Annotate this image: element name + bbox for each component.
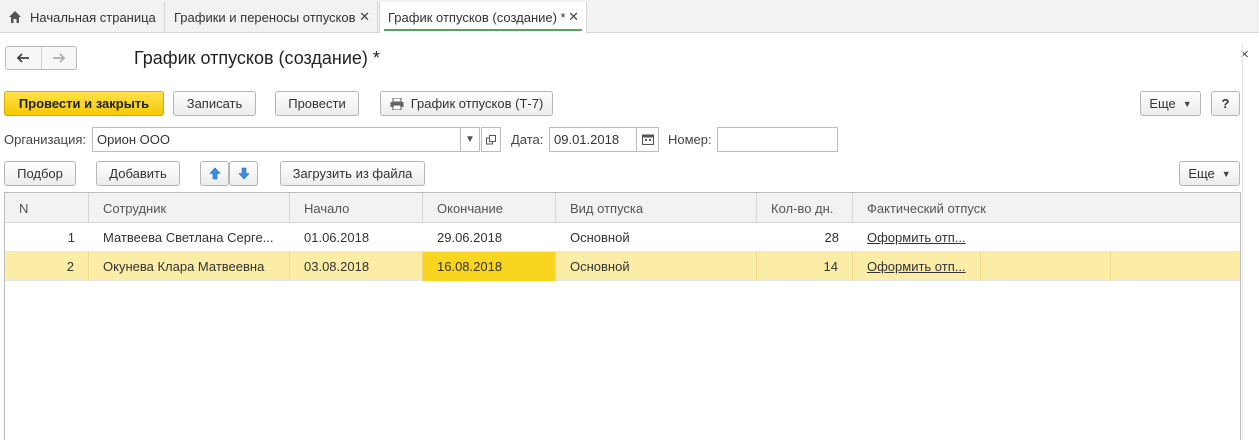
column-header-type[interactable]: Вид отпуска (556, 193, 757, 223)
arrow-down-icon[interactable] (229, 161, 258, 186)
date-field[interactable]: 09.01.2018 (549, 127, 637, 152)
tab-vacation-schedules-label: Графики и переносы отпусков (174, 9, 356, 25)
table-row[interactable]: 1 Матвеева Светлана Серге... 01.06.2018 … (5, 223, 1240, 252)
load-from-file-button[interactable]: Загрузить из файла (280, 161, 425, 186)
post-and-close-button[interactable]: Провести и закрыть (4, 91, 164, 116)
arrow-right-icon[interactable] (42, 47, 77, 69)
tab-bar: Начальная страница Графики и переносы от… (0, 0, 1259, 33)
cell-end[interactable]: 29.06.2018 (423, 223, 556, 252)
navigation-buttons (5, 46, 77, 70)
table-more-button[interactable]: Еще ▼ (1179, 161, 1240, 186)
cell-actual-link[interactable]: Оформить отп... (853, 252, 981, 281)
chevron-down-icon: ▼ (1182, 98, 1192, 109)
number-field[interactable] (717, 127, 838, 152)
cell-end-active[interactable]: 16.08.2018 (423, 252, 556, 281)
date-label: Дата: (511, 132, 544, 147)
organization-label: Организация: (4, 132, 87, 147)
column-header-employee[interactable]: Сотрудник (89, 193, 290, 223)
dropdown-icon[interactable]: ▼ (460, 127, 480, 152)
cell-n: 2 (5, 252, 89, 281)
scrollbar[interactable] (1242, 44, 1259, 440)
arrow-up-icon[interactable] (200, 161, 229, 186)
cell-type[interactable]: Основной (556, 223, 757, 252)
tab-home-label: Начальная страница (30, 9, 156, 25)
home-icon (9, 11, 21, 23)
page-title: График отпусков (создание) * (134, 48, 380, 68)
more-label: Еще (1149, 96, 1176, 111)
print-t7-label: График отпусков (Т-7) (410, 96, 544, 111)
organization-field[interactable]: Орион ООО (92, 127, 461, 152)
table-header: N Сотрудник Начало Окончание Вид отпуска… (5, 193, 1240, 223)
cell-start[interactable]: 01.06.2018 (290, 223, 423, 252)
cell-days: 28 (824, 230, 839, 245)
number-label: Номер: (668, 132, 712, 147)
pick-button[interactable]: Подбор (4, 161, 76, 186)
tab-vacation-schedule-create[interactable]: График отпусков (создание) * ✕ (379, 2, 587, 33)
arrow-left-icon[interactable] (6, 47, 42, 69)
cell-employee[interactable]: Матвеева Светлана Серге... (89, 223, 290, 252)
table-row-selected[interactable]: 2 Окунева Клара Матвеевна 03.08.2018 16.… (5, 252, 1240, 281)
add-button[interactable]: Добавить (96, 161, 180, 186)
tab-vacation-schedule-create-label: График отпусков (создание) * (388, 10, 566, 25)
cell-employee[interactable]: Окунева Клара Матвеевна (89, 252, 290, 281)
chevron-down-icon: ▼ (1221, 168, 1231, 179)
vacation-table[interactable]: N Сотрудник Начало Окончание Вид отпуска… (4, 192, 1241, 440)
column-header-n[interactable]: N (5, 193, 89, 223)
printer-icon (390, 97, 404, 110)
close-icon[interactable]: ✕ (568, 9, 579, 25)
more-button[interactable]: Еще ▼ (1140, 91, 1201, 116)
cell-n: 1 (67, 230, 75, 245)
post-button[interactable]: Провести (275, 91, 359, 116)
cell-empty (1111, 252, 1242, 281)
column-header-end[interactable]: Окончание (423, 193, 556, 223)
tab-home[interactable]: Начальная страница (0, 2, 165, 32)
tab-vacation-schedules[interactable]: Графики и переносы отпусков ✕ (166, 2, 378, 32)
help-button[interactable]: ? (1211, 91, 1240, 116)
cell-empty (981, 252, 1111, 281)
cell-type[interactable]: Основной (556, 252, 757, 281)
table-more-label: Еще (1188, 166, 1215, 181)
calendar-icon[interactable] (636, 127, 659, 152)
column-header-start[interactable]: Начало (290, 193, 423, 223)
cell-days: 14 (757, 252, 853, 281)
column-header-days[interactable]: Кол-во дн. (757, 193, 853, 223)
close-icon[interactable]: ✕ (359, 9, 370, 25)
column-header-actual[interactable]: Фактический отпуск (853, 193, 1242, 223)
print-t7-button[interactable]: График отпусков (Т-7) (380, 91, 553, 116)
cell-start[interactable]: 03.08.2018 (290, 252, 423, 281)
cell-actual-link[interactable]: Оформить отп... (853, 223, 981, 252)
open-icon[interactable] (481, 127, 501, 152)
write-button[interactable]: Записать (173, 91, 256, 116)
